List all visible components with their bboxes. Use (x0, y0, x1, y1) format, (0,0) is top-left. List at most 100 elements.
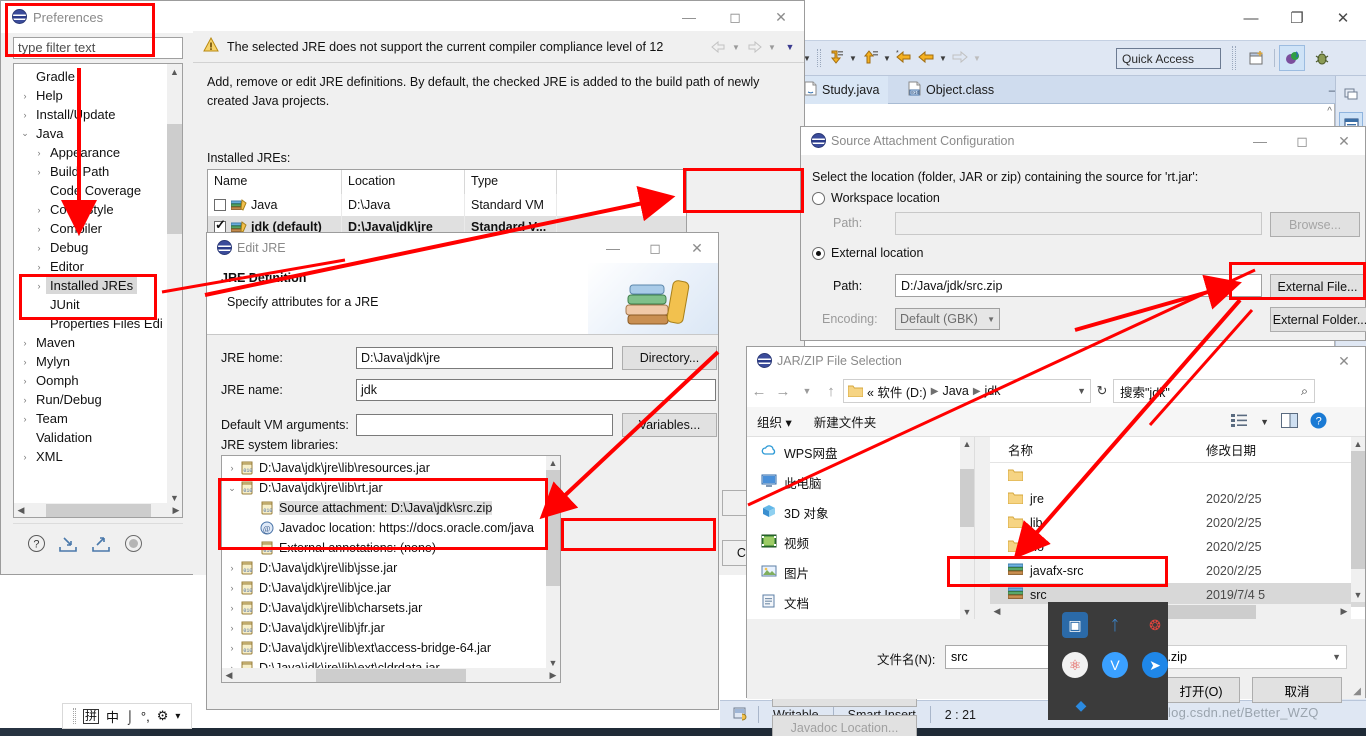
tree-expand-icon[interactable]: › (18, 357, 32, 367)
debug-perspective-icon[interactable] (1309, 45, 1335, 71)
tree-item-run-debug[interactable]: › Run/Debug (14, 390, 166, 409)
sidebar-scrollbar[interactable]: ▲ ▼ (960, 437, 974, 619)
restore-views-icon[interactable] (1339, 82, 1363, 106)
libs-vertical-scrollbar[interactable]: ▲ ▼ (546, 456, 560, 670)
library-item[interactable]: › 010 D:\Java\jdk\jre\lib\jfr.jar (222, 618, 542, 638)
tree-expand-icon[interactable]: › (32, 205, 46, 215)
preferences-minimize-button[interactable]: — (666, 1, 712, 33)
library-item[interactable]: 010 Source attachment: D:\Java\jdk\src.z… (222, 498, 542, 518)
tree-expand-icon[interactable]: › (18, 91, 32, 101)
tree-item-compiler[interactable]: › Compiler (14, 219, 166, 238)
tree-expand-icon[interactable]: › (32, 224, 46, 234)
file-scroll-left-icon[interactable]: ◀ (990, 605, 1004, 619)
ime-toolbar[interactable]: 拼 中 ⌡ °, ⚙ ▾ (62, 703, 192, 729)
sidebar-item-图片[interactable]: 图片 (747, 557, 974, 587)
libs-hscroll-thumb[interactable] (316, 668, 466, 682)
tree-item-gradle[interactable]: Gradle (14, 67, 166, 86)
column-header-name[interactable]: 名称 (990, 440, 1206, 459)
tree-expand-icon[interactable]: › (32, 281, 46, 291)
library-item[interactable]: › 010 D:\Java\jdk\jre\lib\charsets.jar (222, 598, 542, 618)
tree-scroll-up-icon[interactable]: ▲ (167, 64, 182, 79)
tree-expand-icon[interactable]: › (32, 262, 46, 272)
gear-icon[interactable]: ⚙ (157, 708, 169, 724)
export-icon[interactable] (91, 534, 112, 556)
search-input[interactable]: 搜索"jdk" ⌕ (1113, 379, 1315, 403)
tree-expand-icon[interactable]: › (18, 338, 32, 348)
back-history-icon[interactable]: * (893, 47, 915, 69)
forward-caret-icon[interactable]: ▼ (971, 47, 983, 69)
tree-item-properties-files-edi[interactable]: Properties Files Edi (14, 314, 166, 333)
close-button[interactable]: ✕ (1320, 0, 1366, 36)
toolbar-grip[interactable] (817, 49, 821, 67)
tray-app-icon-1[interactable]: ▣ (1062, 612, 1088, 638)
tree-item-help[interactable]: › Help (14, 86, 166, 105)
tree-expand-icon[interactable]: › (18, 376, 32, 386)
tree-expand-icon[interactable]: › (18, 110, 32, 120)
file-row[interactable]: jre 2020/2/25 (990, 487, 1365, 511)
quick-access-input[interactable]: Quick Access (1116, 48, 1221, 69)
nav-back-icon[interactable]: ← (747, 377, 771, 405)
libs-scroll-left-icon[interactable]: ◀ (222, 668, 236, 682)
ime-expand-icon[interactable]: ▾ (175, 711, 180, 721)
library-expand-icon[interactable]: › (224, 563, 240, 573)
step-return-caret-icon[interactable]: ▼ (881, 47, 893, 69)
view-mode-icon[interactable] (1231, 413, 1248, 430)
tree-item-maven[interactable]: › Maven (14, 333, 166, 352)
column-header-location[interactable]: Location (342, 170, 465, 194)
library-expand-icon[interactable]: ⌄ (224, 483, 240, 494)
restore-defaults-icon[interactable] (124, 534, 143, 556)
perspective-switcher[interactable] (1238, 42, 1366, 74)
ime-mode[interactable]: 拼 (83, 708, 100, 724)
external-file-button[interactable]: External File... (1270, 274, 1365, 299)
tray-app-icon-5[interactable]: ➤ (1142, 652, 1168, 678)
help-icon[interactable]: ? (1310, 412, 1327, 432)
breadcrumb-segment-2[interactable]: jdk (985, 384, 1001, 398)
encoding-select[interactable]: Default (GBK) ▼ (895, 308, 1000, 330)
breadcrumb[interactable]: « 软件 (D:) ▶ Java ▶ jdk ▼ (843, 379, 1091, 403)
step-return-icon[interactable] (859, 47, 881, 69)
file-list-vscrollbar[interactable]: ▲ ▼ (1351, 437, 1365, 602)
libs-scroll-thumb[interactable] (546, 470, 560, 586)
tree-scroll-right-icon[interactable]: ▶ (169, 503, 182, 517)
file-row[interactable]: javafx-src 2020/2/25 (990, 559, 1365, 583)
step-into-caret-icon[interactable]: ▼ (847, 47, 859, 69)
filter-text-input[interactable]: type filter text (13, 37, 183, 59)
column-header-date[interactable]: 修改日期 (1206, 440, 1326, 459)
file-row[interactable]: no 2020/2/25 (990, 535, 1365, 559)
tree-item-java[interactable]: ⌄ Java (14, 124, 166, 143)
libs-scroll-up-icon[interactable]: ▲ (546, 456, 560, 470)
tab-study-java[interactable]: Study.java (795, 76, 889, 104)
new-folder-button[interactable]: 新建文件夹 (814, 412, 877, 431)
preferences-close-button[interactable]: ✕ (758, 1, 804, 33)
step-into-icon[interactable] (825, 47, 847, 69)
tree-item-appearance[interactable]: › Appearance (14, 143, 166, 162)
tree-scroll-thumb[interactable] (167, 124, 182, 234)
filetype-select[interactable]: ar;*.zip ▼ (1142, 645, 1347, 669)
file-scroll-down-icon[interactable]: ▼ (1351, 588, 1365, 602)
refresh-icon[interactable]: ↻ (1091, 383, 1113, 399)
preferences-maximize-button[interactable]: ◻ (712, 1, 758, 33)
libs-horizontal-scrollbar[interactable]: ◀ ▶ (222, 668, 560, 682)
tree-vertical-scrollbar[interactable]: ▲ ▼ (167, 64, 182, 505)
tree-item-oomph[interactable]: › Oomph (14, 371, 166, 390)
workspace-path-input[interactable] (895, 212, 1262, 235)
tree-item-team[interactable]: › Team (14, 409, 166, 428)
tray-app-icon-4[interactable]: V (1102, 652, 1128, 678)
table-row[interactable]: Java D:\Java Standard VM (208, 194, 686, 216)
external-path-input[interactable]: D:/Java/jdk/src.zip (895, 274, 1262, 297)
perspective-grip[interactable] (1232, 46, 1236, 70)
ime-punctuation[interactable]: °, (141, 709, 150, 724)
library-item[interactable]: › 010 D:\Java\jdk\jre\lib\jsse.jar (222, 558, 542, 578)
tree-horizontal-scrollbar[interactable]: ◀ ▶ (14, 503, 182, 517)
file-dialog-sidebar[interactable]: WPS网盘 此电脑 3D 对象 视频 图片 文档 ▲ ▼ (747, 437, 975, 619)
back-caret-icon[interactable]: ▼ (937, 47, 949, 69)
file-scroll-up-icon[interactable]: ▲ (1351, 437, 1365, 451)
tray-app-icon-3[interactable]: ⚛ (1062, 652, 1088, 678)
library-expand-icon[interactable]: › (224, 623, 240, 633)
javadoc-location-button[interactable]: Javadoc Location... (772, 715, 917, 736)
tray-app-icon-6[interactable]: ◆ (1068, 692, 1094, 718)
java-perspective-icon[interactable] (1279, 45, 1305, 71)
help-icon[interactable]: ? (27, 534, 46, 556)
tree-item-validation[interactable]: Validation (14, 428, 166, 447)
jre-home-input[interactable]: D:\Java\jdk\jre (356, 347, 613, 369)
